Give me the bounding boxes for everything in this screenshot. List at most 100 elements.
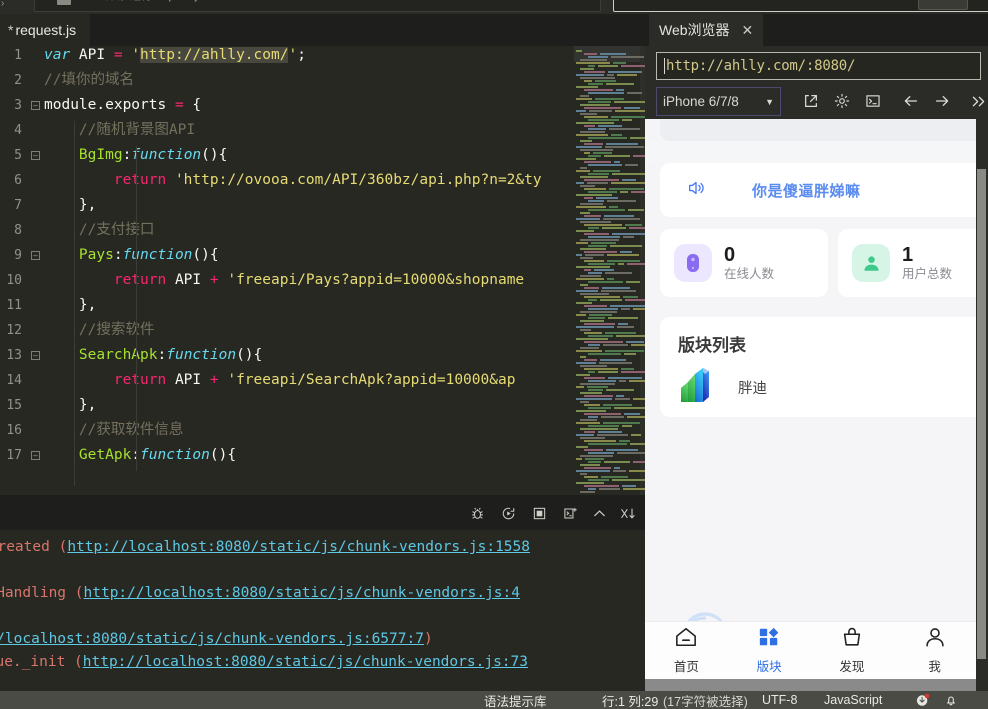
code-line[interactable]: //支付接口 bbox=[44, 218, 154, 243]
minimap-row bbox=[616, 335, 645, 337]
code-line[interactable]: SearchApk:function(){ bbox=[44, 343, 262, 368]
download-badge-icon[interactable] bbox=[916, 693, 930, 707]
code-token: API bbox=[78, 47, 114, 63]
console-icon[interactable] bbox=[861, 89, 885, 113]
browser-tab[interactable]: Web浏览器 ✕ bbox=[649, 14, 764, 46]
device-select[interactable]: iPhone 6/7/8 ▼ bbox=[656, 87, 781, 116]
url-input[interactable]: http://ahlly.com/:8080/ bbox=[666, 58, 855, 74]
code-line[interactable]: return API + 'freeapi/Pays?appid=10000&s… bbox=[44, 268, 524, 293]
mobile-preview-viewport[interactable]: 你是傻逼胖娣嘛 0 在线人数 1 用户总数 版块列表 胖迪 首页 版块 发现 我 bbox=[645, 119, 976, 691]
code-line[interactable]: return API + 'freeapi/SearchApk?appid=10… bbox=[44, 368, 516, 393]
editor-tab-request-js[interactable]: * request.js bbox=[0, 14, 91, 46]
close-icon[interactable]: ✕ bbox=[742, 22, 754, 39]
more-icon[interactable] bbox=[966, 89, 988, 113]
code-text[interactable]: var API = 'http://ahlly.com/'; //填你的域名 mod… bbox=[44, 46, 645, 495]
main-toolbar-label: 保存 运行 request.js bbox=[105, 0, 203, 3]
minimap-row bbox=[623, 236, 634, 238]
tab-boards[interactable]: 版块 bbox=[728, 622, 811, 679]
status-syntax[interactable]: 语法提示库 bbox=[484, 691, 547, 709]
url-bar[interactable]: http://ahlly.com/:8080/ bbox=[656, 52, 981, 80]
minimap-row bbox=[628, 209, 644, 211]
console-output[interactable]: .created (http://localhost:8080/static/j… bbox=[0, 530, 645, 691]
code-line[interactable]: }, bbox=[44, 193, 96, 218]
minimap-row bbox=[580, 464, 600, 466]
board-list-item[interactable]: 胖迪 bbox=[678, 365, 767, 410]
console-link[interactable]: p://localhost:8080/static/js/chunk-vendo… bbox=[0, 631, 424, 647]
open-external-icon[interactable] bbox=[799, 89, 823, 113]
console-line[interactable]: rorHandling (http://localhost:8080/stati… bbox=[0, 582, 520, 604]
tab-discover[interactable]: 发现 bbox=[811, 622, 894, 679]
minimap-row bbox=[580, 311, 617, 313]
save-icon[interactable] bbox=[57, 0, 71, 5]
console-link[interactable]: http://localhost:8080/static/js/chunk-ve… bbox=[83, 654, 528, 670]
console-link[interactable]: http://localhost:8080/static/js/chunk-ve… bbox=[67, 539, 530, 555]
fold-gutter[interactable]: – – – – – bbox=[30, 46, 44, 495]
minimap-row bbox=[580, 104, 610, 106]
minimap-row bbox=[576, 98, 592, 100]
minimap-row bbox=[588, 452, 614, 454]
minimap-row bbox=[627, 92, 642, 94]
minimap-row bbox=[580, 401, 589, 403]
fold-toggle-icon[interactable]: – bbox=[31, 101, 40, 110]
console-line[interactable]: p://localhost:8080/static/js/chunk-vendo… bbox=[0, 628, 433, 650]
code-area[interactable]: 1 2 3 4 5 6 7 8 9 10 11 12 13 14 15 16 17 – – – – – var API … bbox=[0, 46, 645, 495]
minimap-row bbox=[584, 296, 620, 298]
preview-scrollbar[interactable] bbox=[976, 119, 988, 691]
minimap-row bbox=[588, 389, 603, 391]
tab-profile[interactable]: 我 bbox=[893, 622, 976, 679]
code-line[interactable]: GetApk:function(){ bbox=[44, 443, 236, 468]
collapse-icon[interactable] bbox=[588, 502, 610, 524]
notice-banner[interactable]: 你是傻逼胖娣嘛 bbox=[660, 163, 976, 217]
code-token: //随机背景图API bbox=[44, 122, 196, 138]
line-number: 10 bbox=[6, 273, 22, 288]
code-line[interactable]: //随机背景图API bbox=[44, 118, 195, 143]
console-link[interactable]: http://localhost:8080/static/js/chunk-ve… bbox=[84, 585, 521, 601]
minimap-row bbox=[610, 245, 642, 247]
fold-toggle-icon[interactable]: – bbox=[31, 451, 40, 460]
bell-icon[interactable] bbox=[944, 693, 958, 707]
new-terminal-icon[interactable] bbox=[559, 502, 581, 524]
code-line[interactable]: }, bbox=[44, 293, 96, 318]
minimap-row bbox=[576, 170, 590, 172]
code-line[interactable]: var API = 'http://ahlly.com/'; bbox=[44, 46, 306, 68]
run-icon[interactable] bbox=[497, 502, 519, 524]
minimap-row bbox=[584, 161, 611, 163]
fold-toggle-icon[interactable]: – bbox=[31, 251, 40, 260]
stat-card-online[interactable]: 0 在线人数 bbox=[660, 229, 828, 297]
minimap[interactable] bbox=[574, 46, 645, 495]
editor-pane: * request.js 1 2 3 4 5 6 7 8 9 10 11 12 13 14 15 16 17 –… bbox=[0, 14, 645, 495]
settings-icon[interactable] bbox=[830, 89, 854, 113]
preview-scrollbar-thumb[interactable] bbox=[977, 169, 986, 659]
forward-icon[interactable] bbox=[930, 89, 954, 113]
minimap-row bbox=[633, 398, 645, 400]
fold-toggle-icon[interactable]: – bbox=[31, 151, 40, 160]
code-line[interactable]: //获取软件信息 bbox=[44, 418, 183, 443]
stat-card-users[interactable]: 1 用户总数 bbox=[838, 229, 976, 297]
minimap-row bbox=[621, 368, 634, 370]
code-line[interactable]: module.exports = { bbox=[44, 93, 201, 118]
minimap-row bbox=[584, 404, 600, 406]
console-line[interactable]: .created (http://localhost:8080/static/j… bbox=[0, 536, 530, 558]
run-button[interactable]: 运行 bbox=[918, 0, 968, 10]
code-line[interactable]: //搜索软件 bbox=[44, 318, 154, 343]
code-token: ; bbox=[297, 47, 306, 63]
status-language[interactable]: JavaScript bbox=[824, 693, 882, 707]
back-icon[interactable] bbox=[899, 89, 923, 113]
code-line[interactable]: }, bbox=[44, 393, 96, 418]
code-line[interactable]: return 'http://ovooa.com/API/360bz/api.p… bbox=[44, 168, 542, 193]
stop-icon[interactable] bbox=[528, 502, 550, 524]
fold-toggle-icon[interactable]: – bbox=[31, 351, 40, 360]
code-token: function bbox=[122, 247, 193, 263]
status-encoding[interactable]: UTF-8 bbox=[762, 693, 797, 707]
code-token: = bbox=[113, 47, 132, 63]
clear-icon[interactable] bbox=[617, 502, 639, 524]
tab-home[interactable]: 首页 bbox=[645, 622, 728, 679]
main-toolbar[interactable]: 保存 运行 request.js bbox=[34, 0, 601, 12]
status-position[interactable]: 行:1 列:29 bbox=[602, 691, 658, 709]
minimap-row bbox=[627, 263, 645, 265]
code-line[interactable]: //填你的域名 bbox=[44, 68, 134, 93]
minimap-row bbox=[588, 119, 619, 121]
code-line[interactable]: Pays:function(){ bbox=[44, 243, 219, 268]
console-line[interactable]: .Vue._init (http://localhost:8080/static… bbox=[0, 651, 528, 673]
bug-icon[interactable] bbox=[466, 502, 488, 524]
